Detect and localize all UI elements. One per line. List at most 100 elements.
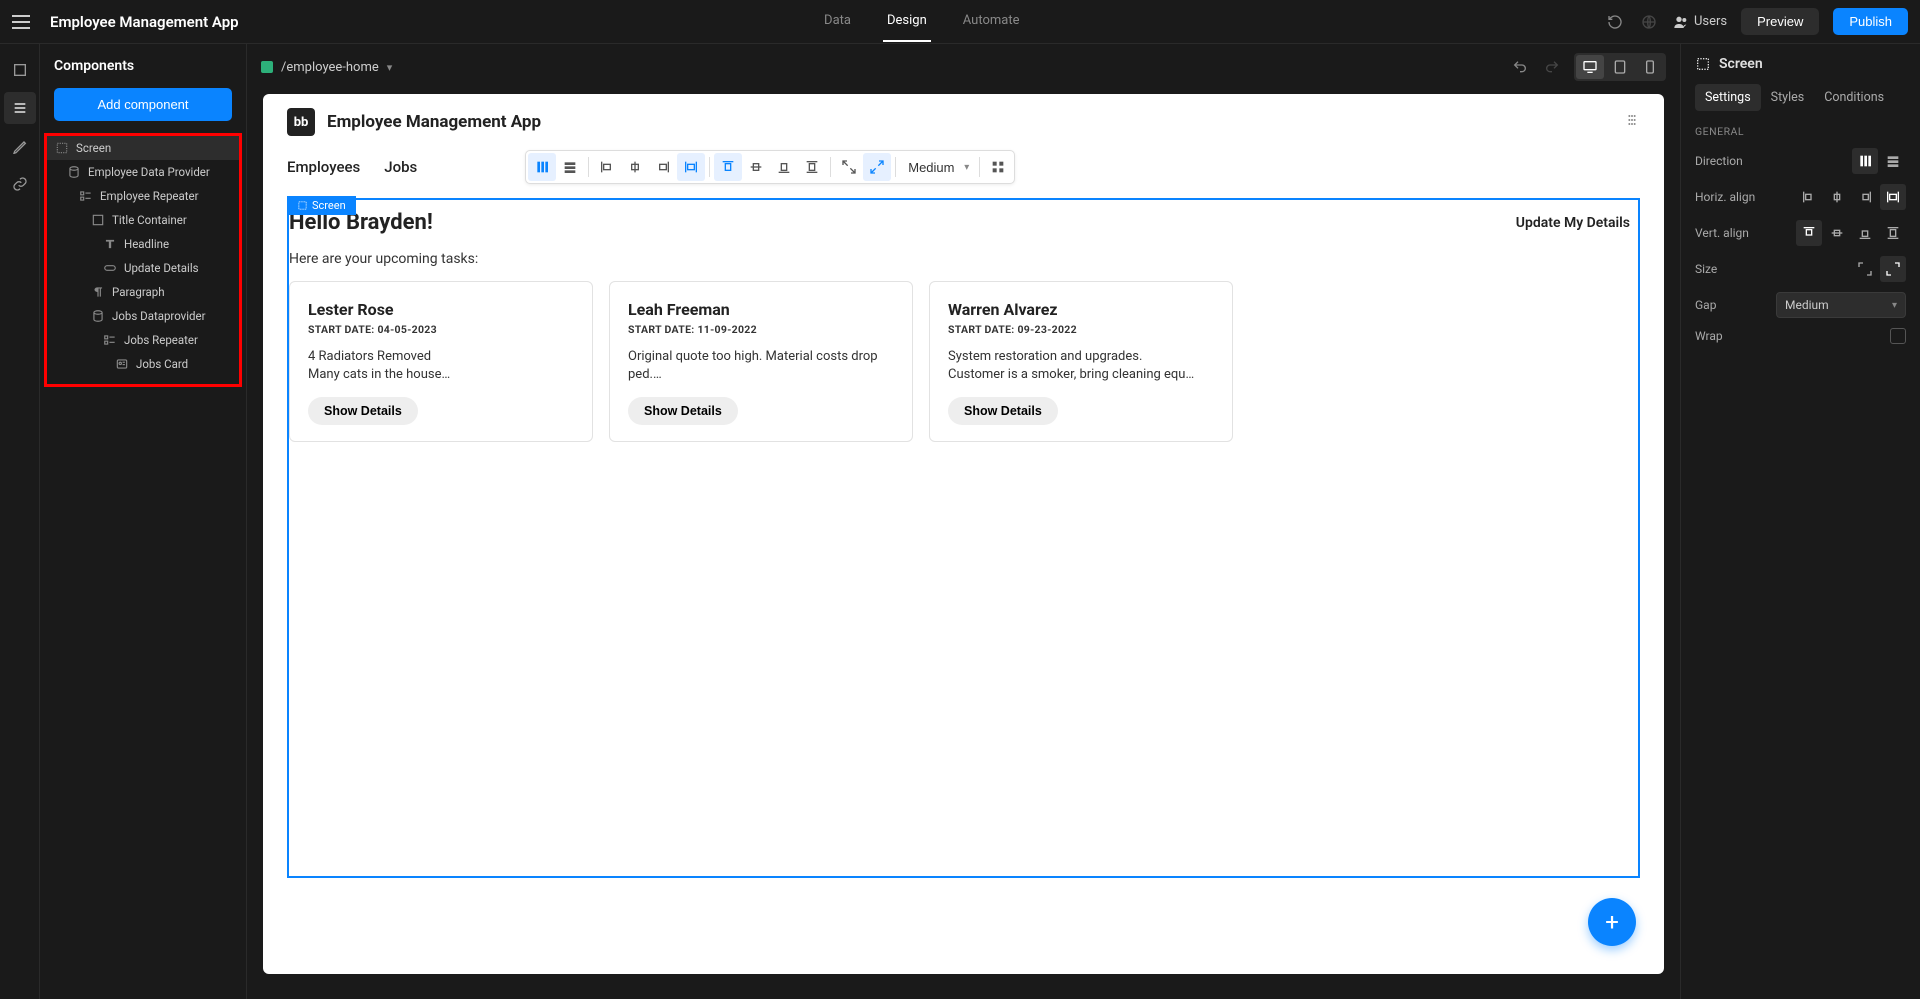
device-tablet-icon[interactable] [1606,55,1634,79]
rail-components-icon[interactable] [4,92,36,124]
container-icon [91,213,105,227]
undo-icon[interactable] [1510,57,1530,77]
show-details-button[interactable]: Show Details [628,397,738,425]
wrap-icon[interactable] [984,153,1012,181]
card-name: Warren Alvarez [948,300,1214,319]
prop-halign-left-icon[interactable] [1796,184,1822,210]
card-body: 4 Radiators RemovedMany cats in the hous… [308,348,574,383]
size-shrink-icon[interactable] [835,153,863,181]
layout-toolbar: Medium [525,150,1015,184]
card-date: START DATE: 09-23-2022 [948,323,1214,336]
halign-stretch-icon[interactable] [677,153,705,181]
card-name: Leah Freeman [628,300,894,319]
components-header: Components [40,44,246,88]
tree-title-container[interactable]: Title Container [47,208,239,232]
prop-halign-right-icon[interactable] [1852,184,1878,210]
label-gap: Gap [1695,298,1716,312]
tree-jobs-card[interactable]: Jobs Card [47,352,239,376]
screen-icon [55,141,69,155]
component-tree: Screen Employee Data Provider Employee R… [44,133,242,387]
tree-emp-data[interactable]: Employee Data Provider [47,160,239,184]
prop-size-grow-icon[interactable] [1880,256,1906,282]
tree-update-details[interactable]: Update Details [47,256,239,280]
route-selector[interactable]: /employee-home ▾ [261,60,392,75]
valign-top-icon[interactable] [714,153,742,181]
redo-icon[interactable] [1542,57,1562,77]
prop-valign-top-icon[interactable] [1796,220,1822,246]
tree-emp-repeater[interactable]: Employee Repeater [47,184,239,208]
card-name: Lester Rose [308,300,574,319]
show-details-button[interactable]: Show Details [948,397,1058,425]
tree-screen[interactable]: Screen [47,136,239,160]
add-component-button[interactable]: Add component [54,88,232,121]
device-mobile-icon[interactable] [1636,55,1664,79]
job-card: Lester Rose START DATE: 04-05-2023 4 Radia… [289,281,593,442]
screen-icon [1695,56,1711,72]
show-details-button[interactable]: Show Details [308,397,418,425]
tree-jobs-repeater[interactable]: Jobs Repeater [47,328,239,352]
rail-theme-icon[interactable] [4,130,36,162]
tab-settings[interactable]: Settings [1695,84,1761,111]
label-valign: Vert. align [1695,226,1749,240]
label-halign: Horiz. align [1695,190,1755,204]
rail-screens-icon[interactable] [4,54,36,86]
prop-valign-middle-icon[interactable] [1824,220,1850,246]
prop-direction-column-icon[interactable] [1852,148,1878,174]
prop-halign-center-icon[interactable] [1824,184,1850,210]
card-date: START DATE: 04-05-2023 [308,323,574,336]
halign-right-icon[interactable] [649,153,677,181]
label-direction: Direction [1695,154,1743,168]
app-logo: bb [287,108,315,136]
tree-jobs-data[interactable]: Jobs Dataprovider [47,304,239,328]
prop-valign-stretch-icon[interactable] [1880,220,1906,246]
screen-selection-label[interactable]: Screen [287,196,356,215]
tree-headline[interactable]: Headline [47,232,239,256]
prop-gap-select[interactable]: Medium▾ [1776,292,1906,318]
prop-wrap-checkbox[interactable] [1890,328,1906,344]
update-details-button[interactable]: Update My Details [1516,215,1638,231]
tab-conditions[interactable]: Conditions [1814,84,1894,111]
undo-history-icon[interactable] [1605,12,1625,32]
card-body: System restoration and upgrades.Customer… [948,348,1214,383]
paragraph-icon [91,285,105,299]
card-icon [115,357,129,371]
screen-icon [297,200,308,211]
direction-column-icon[interactable] [528,153,556,181]
valign-stretch-icon[interactable] [798,153,826,181]
menu-icon[interactable] [12,13,30,31]
nav-jobs[interactable]: Jobs [384,158,417,176]
tab-data[interactable]: Data [820,1,855,42]
section-general: GENERAL [1695,125,1906,138]
globe-icon[interactable] [1639,12,1659,32]
inspect-title: Screen [1695,56,1906,72]
fab-add-button[interactable]: + [1588,898,1636,946]
gap-select[interactable]: Medium [900,156,975,179]
label-wrap: Wrap [1695,329,1723,343]
tab-automate[interactable]: Automate [959,1,1024,42]
halign-left-icon[interactable] [593,153,621,181]
size-grow-icon[interactable] [863,153,891,181]
job-card: Warren Alvarez START DATE: 09-23-2022 Syst… [929,281,1233,442]
chevron-down-icon: ▾ [1892,300,1897,311]
publish-button[interactable]: Publish [1833,8,1908,35]
database-icon [91,309,105,323]
tree-paragraph[interactable]: Paragraph [47,280,239,304]
prop-direction-row-icon[interactable] [1880,148,1906,174]
halign-center-icon[interactable] [621,153,649,181]
users-icon [1673,14,1689,30]
rail-links-icon[interactable] [4,168,36,200]
preview-button[interactable]: Preview [1741,8,1819,35]
valign-middle-icon[interactable] [742,153,770,181]
tab-design[interactable]: Design [883,1,931,42]
valign-bottom-icon[interactable] [770,153,798,181]
prop-size-shrink-icon[interactable] [1852,256,1878,282]
direction-row-icon[interactable] [556,153,584,181]
device-desktop-icon[interactable] [1576,55,1604,79]
prop-halign-stretch-icon[interactable] [1880,184,1906,210]
users-button[interactable]: Users [1673,14,1727,30]
drag-grip-icon[interactable] [1624,112,1640,132]
nav-employees[interactable]: Employees [287,158,360,176]
prop-valign-bottom-icon[interactable] [1852,220,1878,246]
tab-styles[interactable]: Styles [1761,84,1815,111]
canvas-app-title: Employee Management App [327,112,541,132]
